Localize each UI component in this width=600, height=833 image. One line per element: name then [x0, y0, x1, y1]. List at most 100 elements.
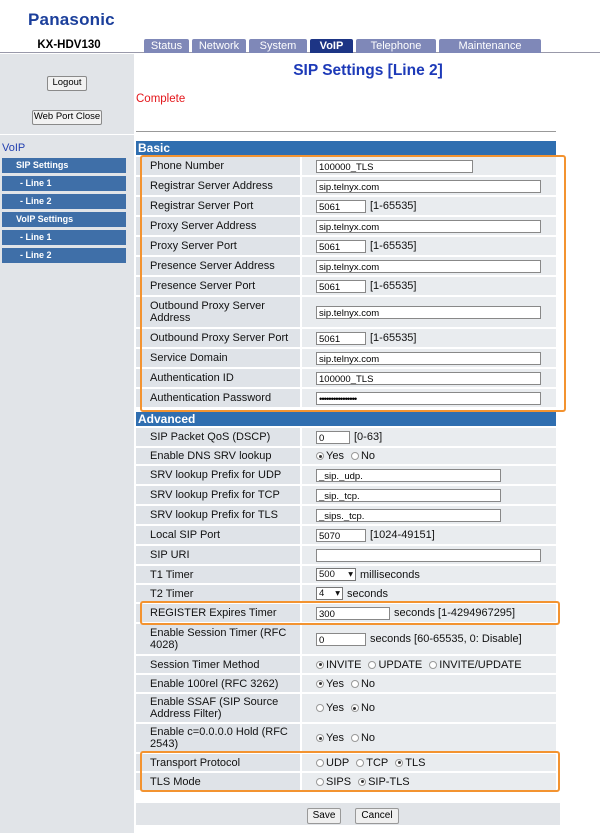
ssaf-yes-label: Yes: [326, 702, 344, 714]
row-phone-number: Phone Number 100000_TLS: [136, 157, 556, 175]
local-sip-port-input[interactable]: 5070: [316, 528, 366, 542]
local-sip-port-range: [1024-49151]: [370, 529, 435, 541]
service-domain-input[interactable]: sip.telnyx.com: [316, 351, 541, 365]
row-register-expires: REGISTER Expires Timer 300 seconds [1-429…: [136, 604, 556, 622]
label-srv-tls: SRV lookup Prefix for TLS: [136, 506, 300, 524]
ssaf-yes-radio[interactable]: [316, 704, 324, 712]
tls-mode-sips-radio[interactable]: [316, 777, 324, 786]
ssaf-no-label: No: [360, 702, 376, 714]
sidebar-item-sip-line-2[interactable]: - Line 2: [2, 194, 126, 209]
100rel-no-radio[interactable]: [350, 679, 359, 688]
srv-tcp-input[interactable]: _sip._tcp.: [316, 488, 501, 502]
tab-voip[interactable]: VoIP: [310, 39, 353, 53]
label-srv-tcp: SRV lookup Prefix for TCP: [136, 486, 300, 504]
100rel-yes-label: Yes: [326, 677, 344, 690]
logout-button[interactable]: Logout: [47, 76, 87, 91]
c0-hold-no-radio[interactable]: [350, 734, 359, 742]
session-method-invite-radio[interactable]: [316, 660, 324, 669]
label-outbound-proxy-port: Outbound Proxy Server Port: [136, 329, 300, 347]
label-proxy-port: Proxy Server Port: [136, 237, 300, 255]
srv-tls-input[interactable]: _sips._tcp.: [316, 508, 501, 522]
row-dns-srv: Enable DNS SRV lookup Yes No: [136, 448, 556, 464]
session-timer-input[interactable]: 0: [316, 632, 366, 646]
sidebar-section-voip[interactable]: VoIP: [2, 142, 25, 154]
label-register-expires: REGISTER Expires Timer: [136, 604, 300, 622]
sidebar-item-sip-line-1[interactable]: - Line 1: [2, 176, 126, 191]
tab-maintenance[interactable]: Maintenance: [439, 39, 541, 53]
register-expires-input[interactable]: 300: [316, 606, 390, 620]
outbound-proxy-address-input[interactable]: sip.telnyx.com: [316, 305, 541, 319]
session-method-invite-update-radio[interactable]: [429, 660, 438, 669]
sip-qos-range: [0-63]: [354, 431, 383, 443]
brand-logo: Panasonic: [28, 10, 115, 29]
presence-address-input[interactable]: sip.telnyx.com: [316, 259, 541, 273]
t2-timer-unit: seconds: [347, 587, 388, 600]
chevron-down-icon: ▾: [335, 587, 340, 599]
tab-status[interactable]: Status: [144, 39, 189, 53]
row-proxy-port: Proxy Server Port 5061 [1-65535]: [136, 237, 556, 255]
registrar-address-input[interactable]: sip.telnyx.com: [316, 179, 541, 193]
transport-tcp-radio[interactable]: [356, 758, 365, 767]
t2-timer-select[interactable]: 4 ▾: [316, 587, 343, 600]
tls-mode-sip-tls-radio[interactable]: [358, 777, 367, 786]
row-sip-uri: SIP URI: [136, 546, 556, 564]
phone-number-input[interactable]: 100000_TLS: [316, 159, 473, 173]
label-auth-password: Authentication Password: [136, 389, 300, 407]
label-t2-timer: T2 Timer: [136, 585, 300, 602]
sidebar-item-sip-settings[interactable]: SIP Settings: [2, 158, 126, 173]
row-session-timer: Enable Session Timer (RFC 4028) 0 seconds…: [136, 624, 556, 654]
c0-hold-no-label: No: [360, 732, 376, 744]
web-port-close-button[interactable]: Web Port Close: [32, 110, 102, 125]
label-sip-qos: SIP Packet QoS (DSCP): [136, 428, 300, 446]
label-registrar-address: Registrar Server Address: [136, 177, 300, 195]
tab-system[interactable]: System: [249, 39, 307, 53]
ssaf-no-radio[interactable]: [350, 704, 359, 712]
t1-timer-select[interactable]: 500 ▾: [316, 568, 356, 581]
label-presence-port: Presence Server Port: [136, 277, 300, 295]
label-local-sip-port: Local SIP Port: [136, 526, 300, 544]
tab-network[interactable]: Network: [192, 39, 246, 53]
row-auth-password: Authentication Password ••••••••••••••••: [136, 389, 556, 407]
proxy-address-input[interactable]: sip.telnyx.com: [316, 219, 541, 233]
tab-telephone[interactable]: Telephone: [356, 39, 436, 53]
dns-srv-yes-radio[interactable]: [316, 452, 324, 460]
save-button[interactable]: Save: [307, 808, 341, 824]
label-sip-uri: SIP URI: [136, 546, 300, 564]
outbound-proxy-port-input[interactable]: 5061: [316, 331, 366, 345]
advanced-settings: SIP Packet QoS (DSCP) 0 [0-63] Enable DNS…: [136, 428, 556, 798]
row-local-sip-port: Local SIP Port 5070 [1024-49151]: [136, 526, 556, 544]
session-method-update-radio[interactable]: [368, 660, 377, 669]
dns-srv-yes-label: Yes: [326, 450, 344, 462]
registrar-port-range: [1-65535]: [370, 200, 417, 212]
session-method-update-label: UPDATE: [378, 658, 423, 671]
t1-timer-unit: milliseconds: [360, 568, 420, 581]
auth-id-input[interactable]: 100000_TLS: [316, 371, 541, 385]
sidebar-item-voip-line-1[interactable]: - Line 1: [2, 230, 126, 245]
main-tabs: Status Network System VoIP Telephone Mai…: [144, 39, 541, 53]
transport-udp-radio[interactable]: [316, 758, 324, 767]
t2-timer-value: 4: [319, 587, 325, 599]
cancel-button[interactable]: Cancel: [355, 808, 399, 824]
auth-password-input[interactable]: ••••••••••••••••: [316, 391, 541, 405]
sidebar-item-voip-line-2[interactable]: - Line 2: [2, 248, 126, 263]
transport-tls-radio[interactable]: [395, 758, 404, 767]
srv-udp-input[interactable]: _sip._udp.: [316, 468, 501, 482]
presence-port-range: [1-65535]: [370, 280, 417, 292]
c0-hold-yes-radio[interactable]: [316, 734, 324, 742]
session-timer-unit: seconds [60-65535, 0: Disable]: [370, 633, 522, 645]
presence-port-input[interactable]: 5061: [316, 279, 366, 293]
sidebar: Logout Web Port Close VoIP SIP Settings …: [0, 54, 134, 833]
dns-srv-no-radio[interactable]: [350, 452, 359, 460]
sip-uri-input[interactable]: [316, 548, 541, 562]
label-ssaf: Enable SSAF (SIP Source Address Filter): [136, 694, 300, 722]
row-tls-mode: TLS Mode SIPS SIP-TLS: [136, 773, 556, 790]
proxy-port-range: [1-65535]: [370, 240, 417, 252]
registrar-port-input[interactable]: 5061: [316, 199, 366, 213]
sidebar-item-voip-settings[interactable]: VoIP Settings: [2, 212, 126, 227]
proxy-port-input[interactable]: 5061: [316, 239, 366, 253]
100rel-yes-radio[interactable]: [316, 679, 324, 688]
label-dns-srv: Enable DNS SRV lookup: [136, 448, 300, 464]
row-transport: Transport Protocol UDP TCP TLS: [136, 754, 556, 771]
sip-qos-input[interactable]: 0: [316, 430, 350, 444]
row-registrar-address: Registrar Server Address sip.telnyx.com: [136, 177, 556, 195]
